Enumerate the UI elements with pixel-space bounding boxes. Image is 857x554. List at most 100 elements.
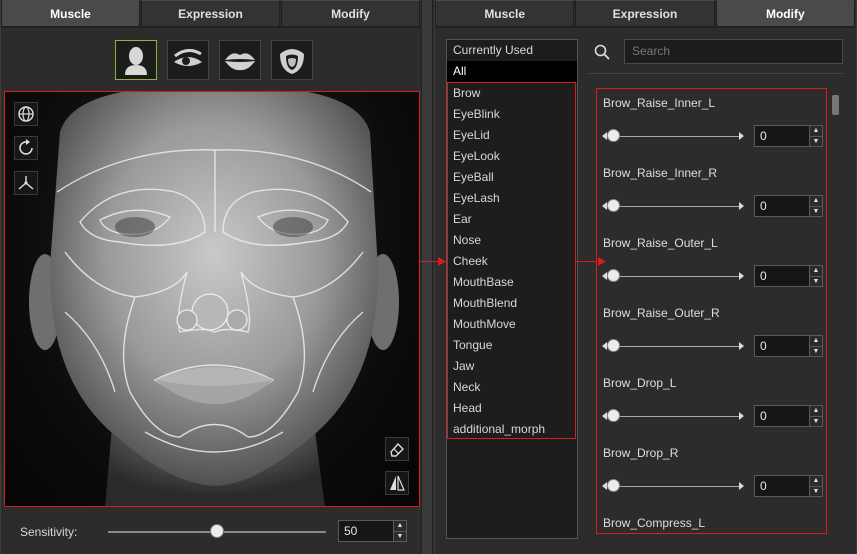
sensitivity-label: Sensitivity: (20, 525, 78, 539)
parameter-spinbox[interactable]: 0 ▲ ▼ (754, 405, 823, 427)
parameter-row: Brow_Compress_L (597, 509, 826, 533)
spin-down-icon[interactable]: ▼ (810, 346, 822, 356)
parameter-slider-track[interactable] (607, 486, 741, 487)
lips-icon (225, 53, 255, 71)
sensitivity-spinbox[interactable]: 50 ▲ ▼ (338, 520, 407, 542)
rotate-icon (19, 139, 33, 155)
parameter-value[interactable]: 0 (755, 129, 809, 143)
spin-down-icon[interactable]: ▼ (810, 206, 822, 216)
slider-right-arrow-icon[interactable] (739, 132, 744, 140)
right-tab-bar: Muscle Expression Modify (435, 0, 856, 28)
spin-down-icon[interactable]: ▼ (810, 136, 822, 146)
parameter-name: Brow_Drop_R (603, 446, 679, 460)
spin-up-icon[interactable]: ▲ (810, 406, 822, 417)
parameter-slider-track[interactable] (607, 416, 741, 417)
parameter-slider-track[interactable] (607, 136, 741, 137)
parameter-slider-track[interactable] (607, 346, 741, 347)
parameter-name: Brow_Compress_L (603, 516, 706, 530)
parameter-row: Brow_Drop_L 0 ▲ ▼ (597, 369, 826, 439)
eye-button[interactable] (167, 40, 209, 80)
muscle-panel: Muscle Expression Modify Sensitivity: 50… (0, 0, 422, 554)
spin-down-icon[interactable]: ▼ (810, 486, 822, 496)
parameter-name: Brow_Raise_Inner_L (603, 96, 716, 110)
tongue-icon (280, 49, 304, 74)
parameter-slider-track[interactable] (607, 276, 741, 277)
slider-right-arrow-icon[interactable] (739, 342, 744, 350)
rotate-button[interactable] (14, 136, 38, 160)
parameter-row: Brow_Raise_Outer_R 0 ▲ ▼ (597, 299, 826, 369)
parameter-value[interactable]: 0 (755, 339, 809, 353)
eye-icon (174, 49, 202, 66)
tab-expression[interactable]: Expression (141, 0, 280, 27)
spin-up-icon[interactable]: ▲ (810, 336, 822, 347)
sensitivity-value[interactable]: 50 (339, 524, 393, 538)
list-item-currently-used[interactable]: Currently Used (447, 40, 577, 61)
parameter-slider-handle[interactable] (607, 129, 620, 142)
tab-muscle[interactable]: Muscle (1, 0, 140, 27)
search-separator (588, 73, 843, 74)
search-input[interactable]: Search (624, 39, 843, 64)
orbit-button[interactable] (14, 102, 38, 126)
face-model-image (29, 92, 399, 506)
parameter-list: Brow_Raise_Inner_L 0 ▲ ▼ Brow_Raise_Inner_R 0… (596, 88, 827, 534)
arrow-right-icon (438, 257, 446, 266)
slider-right-arrow-icon[interactable] (739, 202, 744, 210)
tab-muscle-right[interactable]: Muscle (435, 0, 575, 27)
tab-expression-right[interactable]: Expression (575, 0, 715, 27)
face-viewport[interactable] (4, 91, 420, 507)
parameter-spinbox[interactable]: 0 ▲ ▼ (754, 125, 823, 147)
tongue-button[interactable] (271, 40, 313, 80)
spin-down-icon[interactable]: ▼ (810, 416, 822, 426)
parameter-value[interactable]: 0 (755, 479, 809, 493)
parameter-spinbox[interactable]: 0 ▲ ▼ (754, 335, 823, 357)
spin-up-icon[interactable]: ▲ (810, 126, 822, 137)
parameter-slider-handle[interactable] (607, 339, 620, 352)
mirror-icon (390, 475, 405, 491)
parameter-slider-handle[interactable] (607, 409, 620, 422)
spin-up-icon[interactable]: ▲ (810, 266, 822, 277)
parameter-spinbox[interactable]: 0 ▲ ▼ (754, 265, 823, 287)
parameter-value[interactable]: 0 (755, 269, 809, 283)
tab-modify-right[interactable]: Modify (715, 0, 855, 27)
axis-button[interactable] (14, 171, 38, 195)
parameter-name: Brow_Raise_Inner_R (603, 166, 718, 180)
parameter-value[interactable]: 0 (755, 199, 809, 213)
head-button[interactable] (115, 40, 157, 80)
spin-down-icon[interactable]: ▼ (394, 531, 406, 541)
slider-right-arrow-icon[interactable] (739, 482, 744, 490)
slider-right-arrow-icon[interactable] (739, 272, 744, 280)
spin-up-icon[interactable]: ▲ (394, 521, 406, 532)
spin-up-icon[interactable]: ▲ (810, 196, 822, 207)
parameter-name: Brow_Raise_Outer_L (603, 236, 718, 250)
parameter-slider-track[interactable] (607, 206, 741, 207)
arrow-right-icon (598, 257, 606, 266)
connector-line (576, 261, 596, 262)
left-tab-bar: Muscle Expression Modify (1, 0, 421, 28)
parameter-slider-handle[interactable] (607, 199, 620, 212)
sensitivity-slider-handle[interactable] (210, 524, 224, 538)
slider-right-arrow-icon[interactable] (739, 412, 744, 420)
eraser-button[interactable] (385, 437, 409, 461)
parameter-row: Brow_Drop_R 0 ▲ ▼ (597, 439, 826, 509)
parameter-row: Brow_Raise_Inner_R 0 ▲ ▼ (597, 159, 826, 229)
category-highlight-box (447, 82, 576, 439)
app-root: Muscle Expression Modify Sensitivity: 50… (0, 0, 857, 554)
parameter-scrollbar[interactable] (832, 95, 839, 115)
parameter-value[interactable]: 0 (755, 409, 809, 423)
eraser-icon (390, 442, 404, 457)
parameter-row: Brow_Raise_Outer_L 0 ▲ ▼ (597, 229, 826, 299)
parameter-spinbox[interactable]: 0 ▲ ▼ (754, 475, 823, 497)
head-icon (125, 47, 147, 75)
tab-modify[interactable]: Modify (281, 0, 420, 27)
spin-up-icon[interactable]: ▲ (810, 476, 822, 487)
lips-button[interactable] (219, 40, 261, 80)
list-item-all[interactable]: All (447, 61, 577, 82)
panel-splitter[interactable] (421, 0, 433, 554)
parameter-slider-handle[interactable] (607, 479, 620, 492)
search-icon[interactable] (594, 44, 610, 60)
parameter-spinbox[interactable]: 0 ▲ ▼ (754, 195, 823, 217)
spin-down-icon[interactable]: ▼ (810, 276, 822, 286)
axis-icon (18, 176, 34, 190)
mirror-button[interactable] (385, 471, 409, 495)
parameter-slider-handle[interactable] (607, 269, 620, 282)
